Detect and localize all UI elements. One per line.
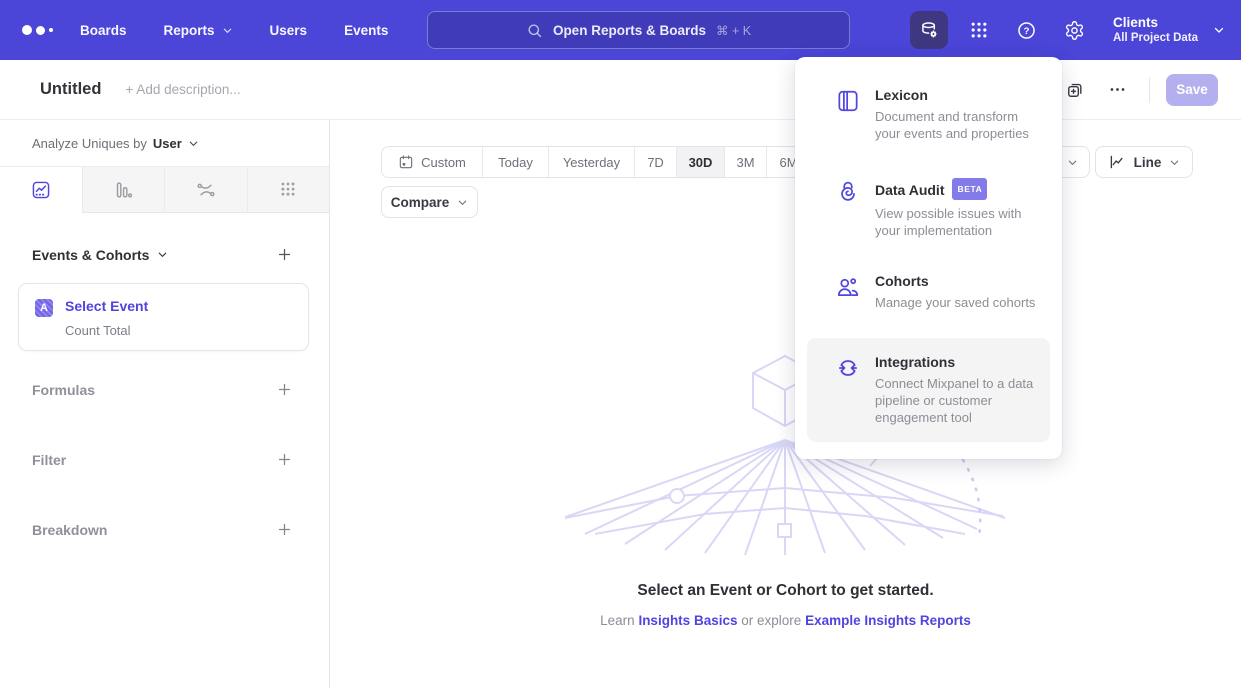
app-root: Boards Reports Users Events Open Reports… xyxy=(0,0,1241,688)
help-icon: ? xyxy=(1016,20,1037,41)
calendar-icon xyxy=(398,154,414,170)
line-chart-tab-icon xyxy=(30,179,52,201)
search-placeholder: Open Reports & Boards xyxy=(553,23,706,38)
add-event-button[interactable] xyxy=(276,246,293,263)
formulas-section[interactable]: Formulas xyxy=(0,381,329,398)
chevron-down-icon xyxy=(157,249,168,260)
query-sidebar: Analyze Uniques by User Events & Cohorts xyxy=(0,120,330,688)
nav-right: ? Clients All Project Data xyxy=(910,0,1225,60)
database-gear-icon xyxy=(919,20,940,41)
empty-state-links: Learn Insights Basics or explore Example… xyxy=(330,613,1241,628)
duplicate-icon xyxy=(1065,80,1085,100)
integrations-sync-icon xyxy=(835,355,861,426)
nav-item-reports[interactable]: Reports xyxy=(164,23,233,38)
primary-nav: Boards Reports Users Events xyxy=(80,23,388,38)
chevron-down-icon xyxy=(222,25,233,36)
apps-grid-icon xyxy=(969,20,989,40)
nav-item-events[interactable]: Events xyxy=(344,23,388,38)
filter-section[interactable]: Filter xyxy=(0,451,329,468)
select-event-label[interactable]: Select Event xyxy=(65,298,148,314)
tab-bar-chart[interactable] xyxy=(83,167,166,212)
data-management-button[interactable] xyxy=(910,11,948,49)
learn-prefix: Learn xyxy=(600,613,635,628)
project-scope: All Project Data xyxy=(1113,31,1198,45)
chevron-down-icon xyxy=(188,138,199,149)
data-audit-lens-icon xyxy=(835,180,861,239)
date-range-yesterday[interactable]: Yesterday xyxy=(548,147,634,177)
menu-item-integrations[interactable]: Integrations Connect Mixpanel to a data … xyxy=(807,338,1050,442)
empty-state-title: Select an Event or Cohort to get started… xyxy=(330,582,1241,600)
beta-badge: BETA xyxy=(952,178,987,200)
settings-button[interactable] xyxy=(1057,13,1092,48)
divider xyxy=(1149,77,1150,103)
add-formula-button[interactable] xyxy=(276,381,293,398)
svg-text:?: ? xyxy=(1024,26,1030,37)
project-selector[interactable]: Clients All Project Data xyxy=(1113,15,1198,45)
date-range-today[interactable]: Today xyxy=(482,147,548,177)
example-reports-link[interactable]: Example Insights Reports xyxy=(805,613,971,628)
gear-icon xyxy=(1064,20,1085,41)
lexicon-book-icon xyxy=(835,88,861,142)
add-breakdown-button[interactable] xyxy=(276,521,293,538)
plus-icon xyxy=(276,521,293,538)
date-range-7d[interactable]: 7D xyxy=(634,147,676,177)
data-management-popover: Lexicon Document and transform your even… xyxy=(795,57,1062,459)
count-total-label[interactable]: Count Total xyxy=(65,323,148,338)
flows-tab-icon xyxy=(195,179,217,201)
top-nav: Boards Reports Users Events Open Reports… xyxy=(0,0,1241,60)
more-horizontal-icon xyxy=(1108,80,1127,99)
duplicate-button[interactable] xyxy=(1059,74,1091,106)
report-title[interactable]: Untitled xyxy=(40,80,101,99)
menu-item-data-audit[interactable]: Data Audit BETA View possible issues wit… xyxy=(795,179,1062,239)
menu-item-cohorts[interactable]: Cohorts Manage your saved cohorts xyxy=(795,273,1062,311)
analyze-by-dropdown[interactable]: User xyxy=(153,136,199,151)
save-button[interactable]: Save xyxy=(1166,74,1218,106)
date-range-control: Custom Today Yesterday 7D 30D 3M 6M xyxy=(381,146,811,178)
date-range-custom[interactable]: Custom xyxy=(382,147,482,177)
line-chart-icon xyxy=(1108,153,1126,171)
metrics-grid-tab-icon xyxy=(277,179,299,201)
apps-grid-button[interactable] xyxy=(961,13,996,48)
plus-icon xyxy=(276,246,293,263)
plus-icon xyxy=(276,451,293,468)
more-options-button[interactable] xyxy=(1101,74,1133,106)
search-shortcut: ⌘ + K xyxy=(716,23,751,38)
report-canvas: Custom Today Yesterday 7D 30D 3M 6M Comp… xyxy=(330,120,1241,688)
breakdown-section[interactable]: Breakdown xyxy=(0,521,329,538)
chevron-down-icon[interactable] xyxy=(1213,24,1225,36)
tab-metrics-grid[interactable] xyxy=(248,167,330,212)
nav-item-users[interactable]: Users xyxy=(270,23,308,38)
add-description-field[interactable]: + Add description... xyxy=(125,82,240,97)
mixpanel-logo-icon[interactable] xyxy=(22,25,53,35)
help-button[interactable]: ? xyxy=(1009,13,1044,48)
chart-type-tabs xyxy=(0,166,329,213)
project-name: Clients xyxy=(1113,15,1198,31)
plus-icon xyxy=(276,381,293,398)
compare-button[interactable]: Compare xyxy=(381,186,478,218)
events-cohorts-header: Events & Cohorts xyxy=(0,246,329,263)
chevron-down-icon xyxy=(1067,157,1078,168)
events-cohorts-dropdown[interactable]: Events & Cohorts xyxy=(32,247,168,263)
or-explore-text: or explore xyxy=(741,613,801,628)
date-range-30d[interactable]: 30D xyxy=(676,147,724,177)
date-range-3m[interactable]: 3M xyxy=(724,147,766,177)
cohorts-users-icon xyxy=(835,274,861,311)
analyze-row: Analyze Uniques by User xyxy=(0,120,329,166)
nav-item-boards[interactable]: Boards xyxy=(80,23,127,38)
insights-basics-link[interactable]: Insights Basics xyxy=(638,613,737,628)
add-filter-button[interactable] xyxy=(276,451,293,468)
menu-item-lexicon[interactable]: Lexicon Document and transform your even… xyxy=(795,87,1062,142)
search-icon xyxy=(526,22,543,39)
analyze-prefix-label: Analyze Uniques by xyxy=(32,136,147,151)
header-actions: Save xyxy=(1059,74,1218,106)
tab-insights-line[interactable] xyxy=(0,167,83,212)
bar-chart-tab-icon xyxy=(112,179,134,201)
event-card[interactable]: A Select Event Count Total xyxy=(18,283,309,351)
chevron-down-icon xyxy=(1169,157,1180,168)
chevron-down-icon xyxy=(457,197,468,208)
chart-style-dropdown[interactable]: Line xyxy=(1095,146,1193,178)
global-search-input[interactable]: Open Reports & Boards ⌘ + K xyxy=(427,11,850,49)
tab-flows[interactable] xyxy=(165,167,248,212)
event-letter-badge: A xyxy=(35,299,53,317)
